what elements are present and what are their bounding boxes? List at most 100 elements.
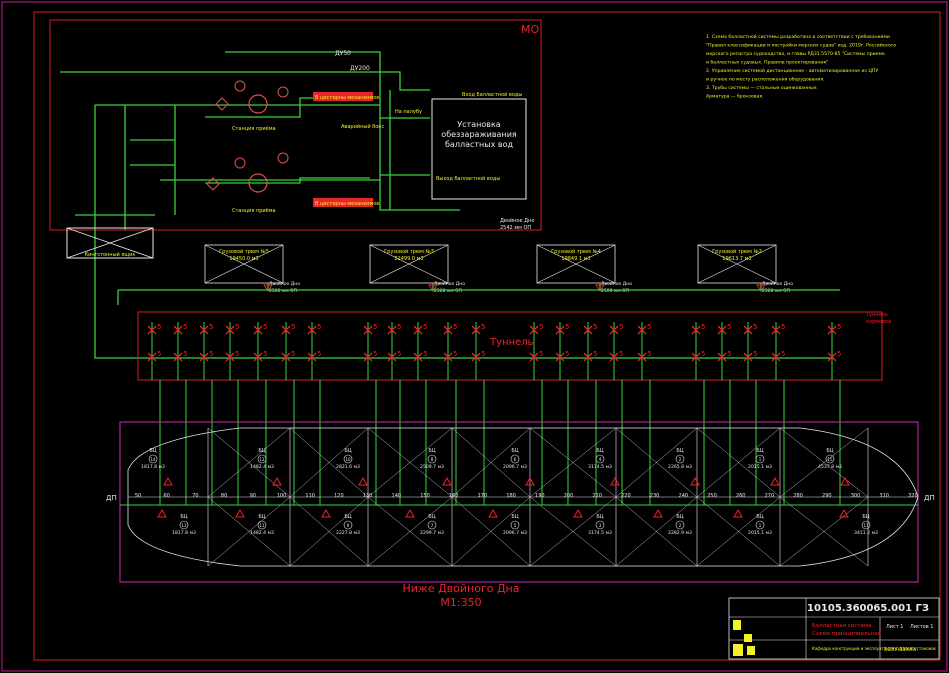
air-box-label: Аварийный бокс xyxy=(341,123,384,130)
valve-number: 5 xyxy=(235,350,239,358)
tank-id: БЦ xyxy=(862,514,869,520)
gauge-2-icon xyxy=(234,157,246,169)
tank-volume: 2015.1 м3 xyxy=(748,530,772,536)
tank-suction-icon xyxy=(405,508,415,518)
tunnel-label: Туннель xyxy=(489,337,534,348)
tank-id: БЦ xyxy=(756,448,763,454)
cargo-hold-db-height: 2500 мм ОП xyxy=(762,288,790,294)
cargo-hold-volume: 19450.0 м3 xyxy=(229,256,258,262)
tank-id: БЦ xyxy=(511,448,518,454)
sheet-inner-frame xyxy=(33,11,941,661)
stamp-title-1: Балластная система xyxy=(812,623,872,629)
ballast-pumps xyxy=(206,80,289,193)
valve-number: 5 xyxy=(481,323,485,331)
tank-id: БЦ xyxy=(428,448,435,454)
valve-number: 5 xyxy=(619,350,623,358)
gauge-3-icon xyxy=(277,86,289,98)
tank-suction-icon xyxy=(610,476,620,486)
gauge-1-icon xyxy=(234,80,246,92)
cargo-holds: Грузовой трюм №519450.0 м3Двойное Дно250… xyxy=(204,244,793,294)
note-line: "Правил классификации и постройки морски… xyxy=(706,42,896,49)
tunnel-valves: 5 5 5 5 5 5 5 5 5 5 5 5 5 5 5 5 5 5 5 5 5 5 5 5 5 5 5 5 5 5 5 5 5 5 5 5 5 5 5 5… xyxy=(147,322,841,505)
frame-tick-label: 210 xyxy=(592,493,602,499)
valve-number: 5 xyxy=(781,350,785,358)
valve-number: 5 xyxy=(183,323,187,331)
water-outlet-label: Выход балластной воды xyxy=(436,175,500,182)
valve-number: 5 xyxy=(727,350,731,358)
plan-scale: М1:350 xyxy=(440,596,481,609)
frame-tick-label: 260 xyxy=(736,493,746,499)
valve-number: 5 xyxy=(781,323,785,331)
cargo-hold-volume: 22499.0 м3 xyxy=(394,256,423,262)
valve-number: 5 xyxy=(317,350,321,358)
valve-number: 5 xyxy=(263,350,267,358)
valve-number: 5 xyxy=(539,323,543,331)
valve-number: 5 xyxy=(753,350,757,358)
valve-number: 5 xyxy=(423,350,427,358)
ballast-tanks: БЦ141817.8 м3БЦ121482.4 м3БЦ102821.6 м3Б… xyxy=(141,448,878,536)
gauge-4-icon xyxy=(277,152,289,164)
tank-suction-icon xyxy=(690,476,700,486)
tank-suction-icon xyxy=(157,508,167,518)
valve-number: 5 xyxy=(539,350,543,358)
frame-tick-label: 70 xyxy=(192,493,198,499)
valve-number: 5 xyxy=(373,323,377,331)
cargo-hold-db-height: 2500 мм ОП xyxy=(434,288,462,294)
tank-volume: 3174.5 м3 xyxy=(588,464,612,470)
tank-id: БЦ xyxy=(149,448,156,454)
tank-number: 15 xyxy=(827,457,833,462)
tank-volume: 1817.8 м3 xyxy=(172,530,196,536)
tank-id: БЦ xyxy=(596,514,603,520)
note-line: и балластных судовых. Правила проектиров… xyxy=(706,60,828,66)
tank-volume: 2509.7 м3 xyxy=(420,464,444,470)
tank-suction-icon xyxy=(235,508,245,518)
pipe-du50-label: ДУ50 xyxy=(335,50,351,57)
tank-number: 2 xyxy=(679,523,682,528)
frame-tick-label: 90 xyxy=(250,493,256,499)
cargo-hold-volume: 19849.1 м3 xyxy=(561,256,590,262)
tank-suction-icon xyxy=(321,508,331,518)
tank-id: БЦ xyxy=(511,514,518,520)
valve-number: 5 xyxy=(209,323,213,331)
valve-number: 5 xyxy=(837,350,841,358)
sea-chest-label: Кингстонный ящик xyxy=(85,251,136,258)
to-deck-label: На палубу xyxy=(395,109,422,115)
valve-number: 5 xyxy=(593,323,597,331)
frame-tick-label: 170 xyxy=(478,493,488,499)
frame-tick-label: 300 xyxy=(851,493,861,499)
frame-tick-label: 180 xyxy=(506,493,516,499)
frame-tick-label: 50 xyxy=(135,493,141,499)
pump-1-icon xyxy=(248,94,268,114)
tank-volume: 2282.9 м3 xyxy=(668,530,692,536)
cargo-hold-db: Двойное Дно xyxy=(762,280,793,287)
tank-number: 12 xyxy=(259,457,265,462)
sea-intake-b-label: Станция приёма xyxy=(232,208,276,214)
tank-number: 9 xyxy=(347,523,350,528)
tank-number: 17 xyxy=(863,523,869,528)
tank-number: 13 xyxy=(181,523,187,528)
frame-tick-label: 80 xyxy=(221,493,227,499)
tank-id: БЦ xyxy=(344,448,351,454)
frame-tick-label: 130 xyxy=(363,493,373,499)
valve-number: 5 xyxy=(157,350,161,358)
tank-number: 6 xyxy=(514,457,517,462)
tank-suction-icon xyxy=(573,508,583,518)
cargo-hold-volume: 19613.7 м3 xyxy=(722,256,751,262)
valve-number: 5 xyxy=(317,323,321,331)
tank-suction-icon xyxy=(653,508,663,518)
valve-number: 5 xyxy=(263,323,267,331)
tank-suction-icon xyxy=(733,508,743,518)
frame-tick-label: 110 xyxy=(305,493,315,499)
tank-volume: 2015.1 м3 xyxy=(748,464,772,470)
tank-volume: 2265.8 м3 xyxy=(668,464,692,470)
valve-number: 5 xyxy=(837,323,841,331)
note-line: 3. Трубы системы — стальные оцинкованные… xyxy=(706,85,818,91)
tank-id: БЦ xyxy=(344,514,351,520)
cargo-hold-db: Двойное Дно xyxy=(269,280,300,287)
sheet-outer-frame xyxy=(1,1,948,672)
tank-volume: 4537.8 м3 xyxy=(818,464,842,470)
tank-suction-icon xyxy=(488,508,498,518)
tank-number: 4 xyxy=(599,457,602,462)
frame-tick-label: 120 xyxy=(334,493,344,499)
frame-tick-label: 240 xyxy=(679,493,689,499)
